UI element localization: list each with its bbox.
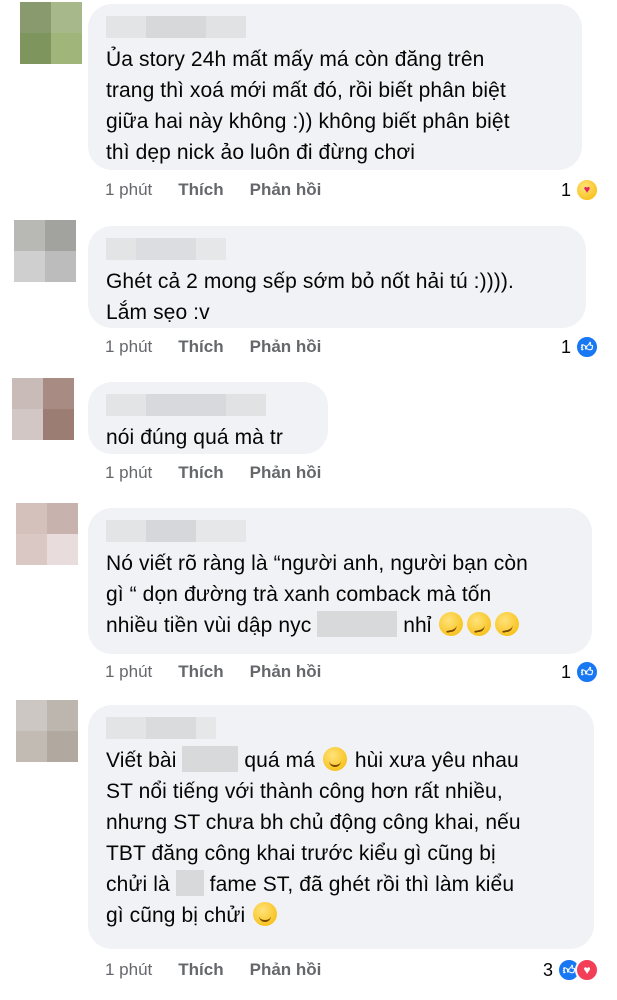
comment-time[interactable]: 1 phút — [105, 463, 152, 483]
redacted-text — [317, 611, 398, 637]
reaction-summary[interactable]: 1 👍︎ — [561, 660, 599, 684]
comment-actions: 1 phút Thích Phản hồi — [105, 337, 321, 357]
comment-time[interactable]: 1 phút — [105, 662, 152, 682]
comment-bubble: Nó viết rõ ràng là “người anh, người bạn… — [88, 508, 592, 654]
reaction-count: 1 — [560, 336, 571, 357]
reaction-count: 1 — [560, 661, 571, 682]
comment-bubble: Ghét cả 2 mong sếp sớm bỏ nốt hải tú :))… — [88, 226, 586, 328]
comment-time[interactable]: 1 phút — [105, 337, 152, 357]
smirk-emoji-icon — [495, 612, 520, 636]
reaction-summary[interactable]: 3 👍︎ ♥ — [543, 958, 599, 982]
author-name-redacted[interactable] — [106, 520, 574, 542]
author-name-redacted[interactable] — [106, 16, 564, 38]
avatar[interactable] — [20, 2, 82, 64]
comment-time[interactable]: 1 phút — [105, 180, 152, 200]
like-button[interactable]: Thích — [178, 960, 223, 980]
like-button[interactable]: Thích — [178, 463, 223, 483]
comment-actions: 1 phút Thích Phản hồi — [105, 960, 321, 980]
reaction-count: 3 — [542, 959, 553, 980]
like-icon: 👍︎ — [575, 335, 599, 359]
reaction-summary[interactable]: 1 ♥ — [561, 178, 599, 202]
avatar[interactable] — [16, 503, 78, 565]
comment-actions: 1 phút Thích Phản hồi — [105, 180, 321, 200]
author-name-redacted[interactable] — [106, 717, 576, 739]
reply-button[interactable]: Phản hồi — [250, 337, 322, 357]
smirk-emoji-icon — [439, 612, 464, 636]
reaction-summary[interactable]: 1 👍︎ — [561, 335, 599, 359]
like-button[interactable]: Thích — [178, 662, 223, 682]
reaction-count: 1 — [560, 179, 571, 200]
comment-text: Ủa story 24h mất mấy má còn đăng trên tr… — [106, 48, 510, 164]
avatar[interactable] — [14, 220, 76, 282]
like-button[interactable]: Thích — [178, 180, 223, 200]
comment-bubble: Viết bài quá má hùi xưa yêu nhau ST nổi … — [88, 705, 594, 949]
author-name-redacted[interactable] — [106, 238, 568, 260]
like-button[interactable]: Thích — [178, 337, 223, 357]
care-icon: ♥ — [575, 178, 599, 202]
love-icon: ♥ — [575, 958, 599, 982]
redacted-text — [182, 746, 239, 772]
smile-emoji-icon — [253, 902, 278, 926]
reply-button[interactable]: Phản hồi — [250, 180, 322, 200]
comment-bubble: nói đúng quá mà tr — [88, 382, 328, 454]
comment-text: nói đúng quá mà tr — [106, 426, 283, 449]
avatar[interactable] — [16, 700, 78, 762]
comment-text: Nó viết rõ ràng là “người anh, người bạn… — [106, 552, 528, 637]
smile-emoji-icon — [322, 747, 347, 771]
like-icon: 👍︎ — [575, 660, 599, 684]
reply-button[interactable]: Phản hồi — [250, 960, 322, 980]
avatar[interactable] — [12, 378, 74, 440]
reply-button[interactable]: Phản hồi — [250, 662, 322, 682]
author-name-redacted[interactable] — [106, 394, 310, 416]
redacted-text — [175, 870, 204, 896]
comment-bubble: Ủa story 24h mất mấy má còn đăng trên tr… — [88, 4, 582, 170]
comment-actions: 1 phút Thích Phản hồi — [105, 662, 321, 682]
comment-time[interactable]: 1 phút — [105, 960, 152, 980]
comment-text: Ghét cả 2 mong sếp sớm bỏ nốt hải tú :))… — [106, 270, 514, 324]
smirk-emoji-icon — [467, 612, 492, 636]
reply-button[interactable]: Phản hồi — [250, 463, 322, 483]
comment-text: Viết bài quá má hùi xưa yêu nhau ST nổi … — [106, 745, 576, 931]
comment-actions: 1 phút Thích Phản hồi — [105, 463, 321, 483]
